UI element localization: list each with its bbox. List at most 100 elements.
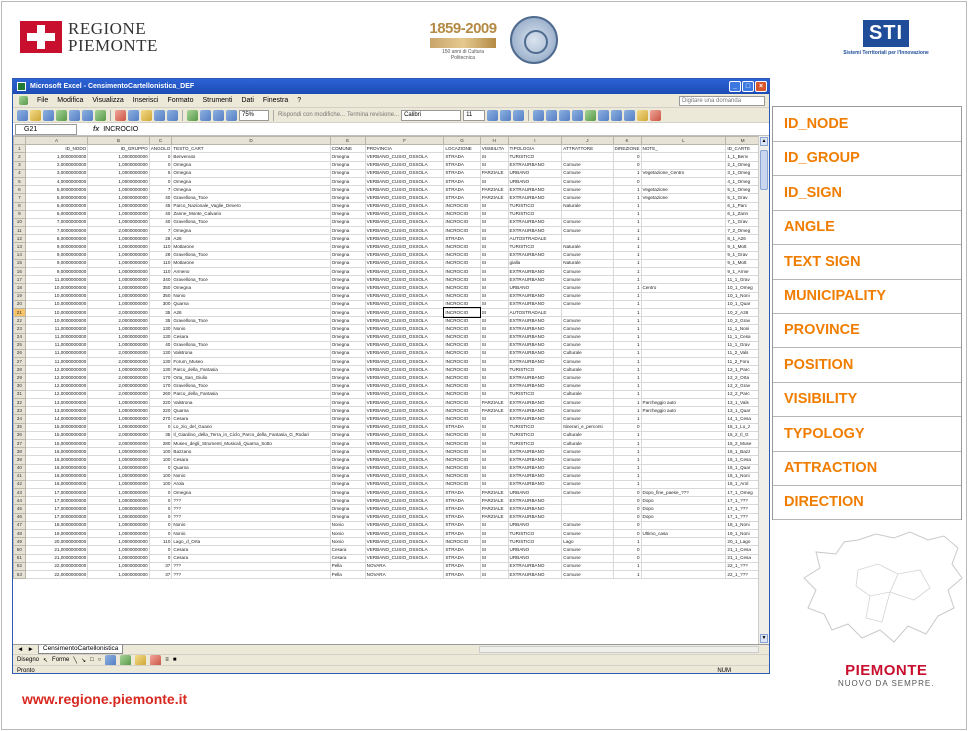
cell[interactable]: VERBANO_CUSIO_OSSOLA: [364, 209, 445, 219]
draw-menu[interactable]: Disegno: [17, 657, 39, 663]
cell[interactable]: EXTRAURBANO: [507, 447, 563, 457]
select-all-corner[interactable]: [13, 136, 26, 146]
cell[interactable]: Vegetazione_Centro: [640, 168, 727, 178]
cell[interactable]: ID_CARTE: [725, 144, 760, 154]
cell[interactable]: 15,0000000000: [24, 430, 89, 440]
cell[interactable]: SI: [479, 447, 509, 457]
cell[interactable]: Omegna: [329, 463, 366, 473]
cell[interactable]: [561, 209, 614, 219]
cell[interactable]: VERBANO_CUSIO_OSSOLA: [364, 479, 445, 490]
cell[interactable]: Omegna: [329, 373, 366, 383]
percent-icon[interactable]: [598, 109, 610, 121]
cell[interactable]: 1: [612, 275, 642, 285]
cell[interactable]: VERBANO_CUSIO_OSSOLA: [364, 185, 445, 195]
cell[interactable]: Comune: [561, 397, 614, 408]
cell[interactable]: SI: [479, 209, 509, 219]
cell[interactable]: Omegna: [329, 217, 366, 228]
cell[interactable]: 1: [612, 569, 642, 580]
cell[interactable]: Omegna: [329, 397, 366, 408]
cell[interactable]: Comune: [561, 168, 614, 178]
cell[interactable]: 0: [612, 520, 642, 531]
cell[interactable]: Quarna: [171, 406, 331, 416]
cell[interactable]: TURISTICO: [507, 242, 563, 252]
cell[interactable]: VERBANO_CUSIO_OSSOLA: [364, 528, 445, 539]
cell[interactable]: 1,0000000000: [87, 299, 150, 309]
cell[interactable]: 12_2_Parc: [725, 389, 760, 400]
cell[interactable]: Omegna: [329, 258, 366, 269]
row-header[interactable]: 36: [13, 430, 26, 440]
cell[interactable]: 220: [148, 406, 173, 416]
line-color-icon[interactable]: [150, 654, 162, 666]
merge-icon[interactable]: [572, 109, 584, 121]
cell[interactable]: Gravellona_Toce: [171, 193, 331, 203]
cell[interactable]: Gravellona_Toce: [171, 381, 331, 391]
cell[interactable]: INCROCIO: [443, 381, 481, 391]
cell[interactable]: 5_1_Omeg: [725, 185, 760, 195]
cell[interactable]: Cesara: [171, 545, 331, 555]
last-sheet-icon[interactable]: ►: [27, 646, 33, 653]
cell[interactable]: 1: [612, 168, 642, 178]
cell[interactable]: 7,0000000000: [24, 226, 89, 236]
cell[interactable]: Parco_della_Fantasia: [171, 389, 331, 400]
undo-icon[interactable]: [154, 109, 165, 121]
cell[interactable]: SI: [479, 226, 509, 236]
cell[interactable]: 100: [148, 455, 173, 465]
cell[interactable]: 12,0000000000: [24, 381, 89, 391]
cell[interactable]: 0: [148, 512, 173, 522]
cell[interactable]: Forum_Museo: [171, 357, 331, 367]
cell[interactable]: PARZIALE: [479, 512, 509, 522]
cell[interactable]: TESTO_CART: [171, 144, 331, 154]
cell[interactable]: 1: [612, 266, 642, 277]
cell[interactable]: EXTRAURBANO: [507, 275, 563, 285]
cell[interactable]: 1: [612, 242, 642, 252]
cell[interactable]: 130: [148, 348, 173, 359]
cell[interactable]: Comune: [561, 266, 614, 277]
fill-color-icon[interactable]: [637, 109, 649, 121]
cell[interactable]: 20,0000000000: [24, 537, 89, 547]
excel-titlebar[interactable]: Microsoft Excel - CensimentoCartellonist…: [13, 79, 769, 94]
menu-item-0[interactable]: File: [37, 97, 48, 104]
row-header[interactable]: 29: [13, 373, 26, 383]
cell[interactable]: VERBANO_CUSIO_OSSOLA: [364, 365, 445, 375]
cell[interactable]: VERBANO_CUSIO_OSSOLA: [364, 332, 445, 342]
cell[interactable]: 6_1_Zann: [725, 209, 760, 219]
cell[interactable]: Gravellona_Toce: [171, 340, 331, 350]
cell[interactable]: Benvenuto: [171, 152, 331, 162]
cell[interactable]: VERBANO_CUSIO_OSSOLA: [364, 258, 445, 269]
cell[interactable]: [640, 381, 727, 391]
cell[interactable]: EXTRAURBANO: [507, 455, 563, 465]
row-header[interactable]: 12: [13, 234, 26, 244]
cell[interactable]: 21_1_Cesa: [725, 553, 760, 563]
cell[interactable]: 17,0000000000: [24, 512, 89, 522]
cell[interactable]: Nonio: [329, 528, 366, 539]
cell[interactable]: 110: [148, 537, 173, 547]
cell[interactable]: SI: [479, 291, 509, 301]
cell[interactable]: SI: [479, 348, 509, 359]
cell[interactable]: Comune: [561, 316, 614, 326]
cell[interactable]: 1,0000000000: [87, 496, 150, 506]
cell[interactable]: VERBANO_CUSIO_OSSOLA: [364, 430, 445, 440]
row-header[interactable]: 27: [13, 357, 26, 367]
cell[interactable]: Comune: [561, 520, 614, 531]
cell[interactable]: Comune: [561, 545, 614, 555]
cell[interactable]: 1,0000000000: [87, 471, 150, 481]
cell[interactable]: 260: [148, 389, 173, 400]
thousands-icon[interactable]: [611, 109, 623, 121]
cell[interactable]: 2,0000000000: [87, 226, 150, 236]
row-header[interactable]: 52: [13, 561, 26, 571]
cell[interactable]: 6,0000000000: [24, 201, 89, 211]
cell[interactable]: [640, 414, 727, 424]
cell[interactable]: TURISTICO: [507, 528, 563, 539]
cell[interactable]: Gravellona_Toce: [171, 275, 331, 285]
cell[interactable]: A26: [171, 307, 331, 318]
cell[interactable]: [640, 365, 727, 375]
cell[interactable]: [640, 160, 727, 170]
cell[interactable]: 1,0000000000: [87, 258, 150, 269]
column-header[interactable]: H: [479, 136, 509, 146]
cell[interactable]: SI: [479, 283, 509, 293]
cell[interactable]: 1,0000000000: [87, 340, 150, 350]
cell[interactable]: VERBANO_CUSIO_OSSOLA: [364, 463, 445, 473]
cell[interactable]: Comune: [561, 340, 614, 350]
row-header[interactable]: 47: [13, 520, 26, 531]
wordart-icon[interactable]: [120, 654, 132, 666]
